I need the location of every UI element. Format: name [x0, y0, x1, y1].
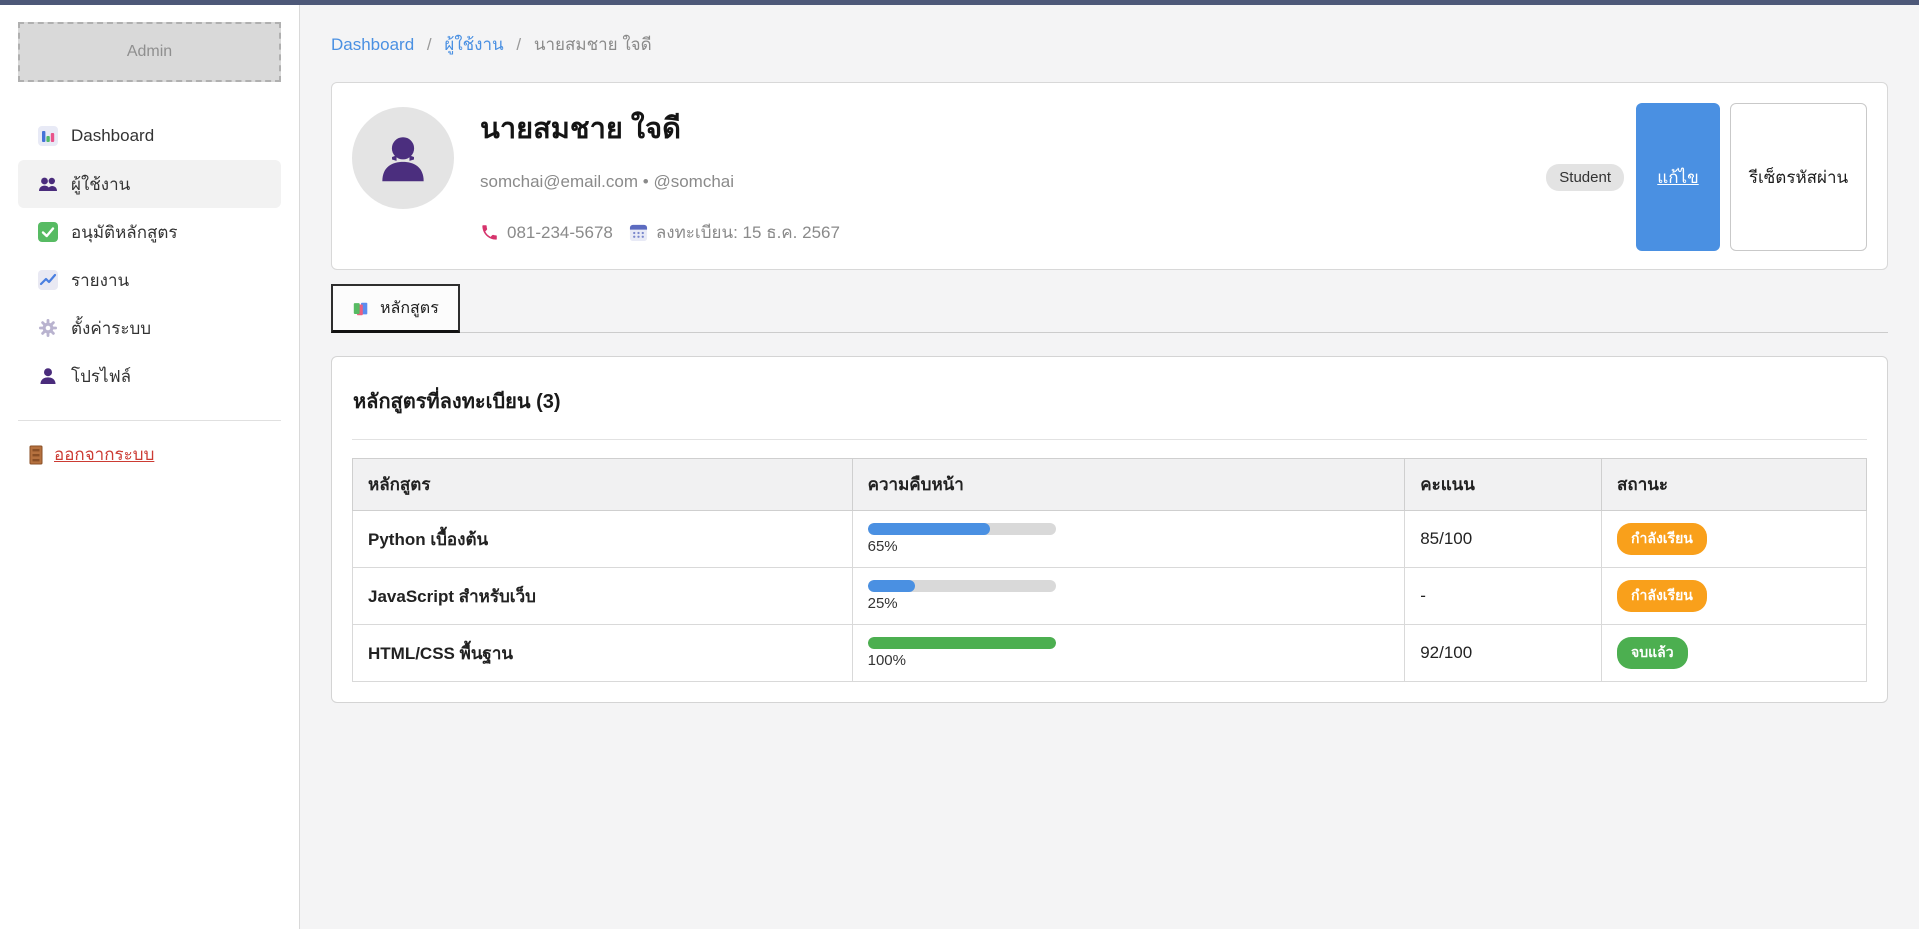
- admin-logo-label: Admin: [127, 43, 172, 61]
- admin-logo: Admin: [18, 22, 281, 82]
- phone-item: 081-234-5678: [480, 223, 613, 243]
- sidebar-item-reports[interactable]: รายงาน: [18, 256, 281, 304]
- profile-email: somchai@email.com: [480, 172, 638, 191]
- logout-link[interactable]: ออกจากระบบ: [28, 441, 154, 468]
- column-header-progress: ความคืบหน้า: [852, 459, 1405, 511]
- profile-handle: @somchai: [653, 172, 734, 191]
- user-icon: [372, 127, 434, 189]
- settings-icon: [38, 318, 58, 338]
- sidebar-item-label: โปรไฟล์: [71, 363, 131, 390]
- table-row: HTML/CSS พื้นฐาน 100% 92/100 จบแล้ว: [353, 625, 1867, 682]
- status-cell: กำลังเรียน: [1602, 511, 1867, 568]
- dashboard-icon: [38, 126, 58, 146]
- courses-table: หลักสูตร ความคืบหน้า คะแนน สถานะ Python …: [352, 458, 1867, 682]
- status-badge: กำลังเรียน: [1617, 580, 1707, 612]
- column-header-course: หลักสูตร: [353, 459, 853, 511]
- logout-label: ออกจากระบบ: [54, 441, 154, 468]
- sidebar-item-profile[interactable]: โปรไฟล์: [18, 352, 281, 400]
- sidebar-item-label: Dashboard: [71, 126, 154, 146]
- breadcrumb-separator: /: [516, 35, 521, 54]
- tab-courses[interactable]: หลักสูตร: [331, 284, 460, 333]
- progress-label: 25%: [868, 595, 1390, 612]
- sidebar-item-label: อนุมัติหลักสูตร: [71, 219, 178, 246]
- door-icon: [28, 445, 44, 465]
- admin-app-window: Admin Dashboard ผู้ใช้งาน: [0, 0, 1919, 929]
- registered-item: ลงทะเบียน: 15 ธ.ค. 2567: [629, 219, 840, 246]
- tab-bar: หลักสูตร: [331, 284, 1888, 333]
- progress-cell: 100%: [852, 625, 1405, 682]
- breadcrumb-link-dashboard[interactable]: Dashboard: [331, 35, 414, 54]
- table-row: Python เบื้องต้น 65% 85/100 กำลังเรียน: [353, 511, 1867, 568]
- profile-meta-row: 081-234-5678 ลงทะเบียน: 15 ธ.ค. 2567: [480, 219, 840, 246]
- breadcrumb-current: นายสมชาย ใจดี: [534, 35, 652, 54]
- column-header-score: คะแนน: [1405, 459, 1602, 511]
- courses-divider: [352, 439, 1867, 440]
- status-badge: จบแล้ว: [1617, 637, 1688, 669]
- sidebar-divider: [18, 420, 281, 421]
- profile-phone: 081-234-5678: [507, 223, 613, 243]
- progress-bar: [868, 580, 1056, 592]
- books-icon: [352, 300, 370, 318]
- courses-title: หลักสูตรที่ลงทะเบียน (3): [353, 385, 1867, 417]
- profile-name: นายสมชาย ใจดี: [480, 105, 840, 151]
- breadcrumb-separator: /: [427, 35, 432, 54]
- profile-email-line: somchai@email.com • @somchai: [480, 172, 840, 192]
- profile-actions: Student แก้ไข รีเซ็ตรหัสผ่าน: [1546, 103, 1867, 251]
- table-row: JavaScript สำหรับเว็บ 25% - กำลังเรียน: [353, 568, 1867, 625]
- breadcrumb: Dashboard / ผู้ใช้งาน / นายสมชาย ใจดี: [300, 5, 1919, 82]
- progress-label: 65%: [868, 538, 1390, 555]
- report-icon: [38, 270, 58, 290]
- score-cell: -: [1405, 568, 1602, 625]
- approve-icon: [38, 222, 58, 242]
- course-name-cell: HTML/CSS พื้นฐาน: [353, 625, 853, 682]
- breadcrumb-link-users[interactable]: ผู้ใช้งาน: [444, 35, 503, 54]
- table-header-row: หลักสูตร ความคืบหน้า คะแนน สถานะ: [353, 459, 1867, 511]
- course-name-cell: JavaScript สำหรับเว็บ: [353, 568, 853, 625]
- status-cell: จบแล้ว: [1602, 625, 1867, 682]
- sidebar: Admin Dashboard ผู้ใช้งาน: [0, 5, 300, 929]
- progress-fill: [868, 637, 1056, 649]
- sidebar-item-settings[interactable]: ตั้งค่าระบบ: [18, 304, 281, 352]
- sidebar-item-label: รายงาน: [71, 267, 129, 294]
- main-content: Dashboard / ผู้ใช้งาน / นายสมชาย ใจดี นา…: [300, 5, 1919, 929]
- column-header-status: สถานะ: [1602, 459, 1867, 511]
- users-icon: [38, 174, 58, 194]
- progress-fill: [868, 580, 915, 592]
- avatar: [352, 107, 454, 209]
- progress-bar: [868, 523, 1056, 535]
- email-handle-separator: •: [643, 172, 649, 191]
- score-cell: 85/100: [1405, 511, 1602, 568]
- course-name-cell: Python เบื้องต้น: [353, 511, 853, 568]
- courses-card: หลักสูตรที่ลงทะเบียน (3) หลักสูตร ความคื…: [331, 356, 1888, 703]
- score-cell: 92/100: [1405, 625, 1602, 682]
- status-badge: กำลังเรียน: [1617, 523, 1707, 555]
- profile-card: นายสมชาย ใจดี somchai@email.com • @somch…: [331, 82, 1888, 270]
- sidebar-item-dashboard[interactable]: Dashboard: [18, 112, 281, 160]
- sidebar-nav: Dashboard ผู้ใช้งาน อนุมัติหลักสูตร: [0, 112, 299, 400]
- sidebar-item-label: ตั้งค่าระบบ: [71, 315, 151, 342]
- sidebar-item-label: ผู้ใช้งาน: [71, 171, 130, 198]
- progress-bar: [868, 637, 1056, 649]
- progress-cell: 25%: [852, 568, 1405, 625]
- tab-label: หลักสูตร: [380, 296, 439, 321]
- calendar-icon: [629, 223, 648, 242]
- profile-icon: [38, 366, 58, 386]
- profile-info: นายสมชาย ใจดี somchai@email.com • @somch…: [480, 103, 840, 246]
- progress-fill: [868, 523, 990, 535]
- progress-cell: 65%: [852, 511, 1405, 568]
- role-badge: Student: [1546, 164, 1624, 191]
- sidebar-item-users[interactable]: ผู้ใช้งาน: [18, 160, 281, 208]
- reset-password-button[interactable]: รีเซ็ตรหัสผ่าน: [1730, 103, 1867, 251]
- profile-registered: ลงทะเบียน: 15 ธ.ค. 2567: [656, 219, 840, 246]
- status-cell: กำลังเรียน: [1602, 568, 1867, 625]
- phone-icon: [480, 223, 499, 242]
- edit-button[interactable]: แก้ไข: [1636, 103, 1720, 251]
- sidebar-item-approve-courses[interactable]: อนุมัติหลักสูตร: [18, 208, 281, 256]
- progress-label: 100%: [868, 652, 1390, 669]
